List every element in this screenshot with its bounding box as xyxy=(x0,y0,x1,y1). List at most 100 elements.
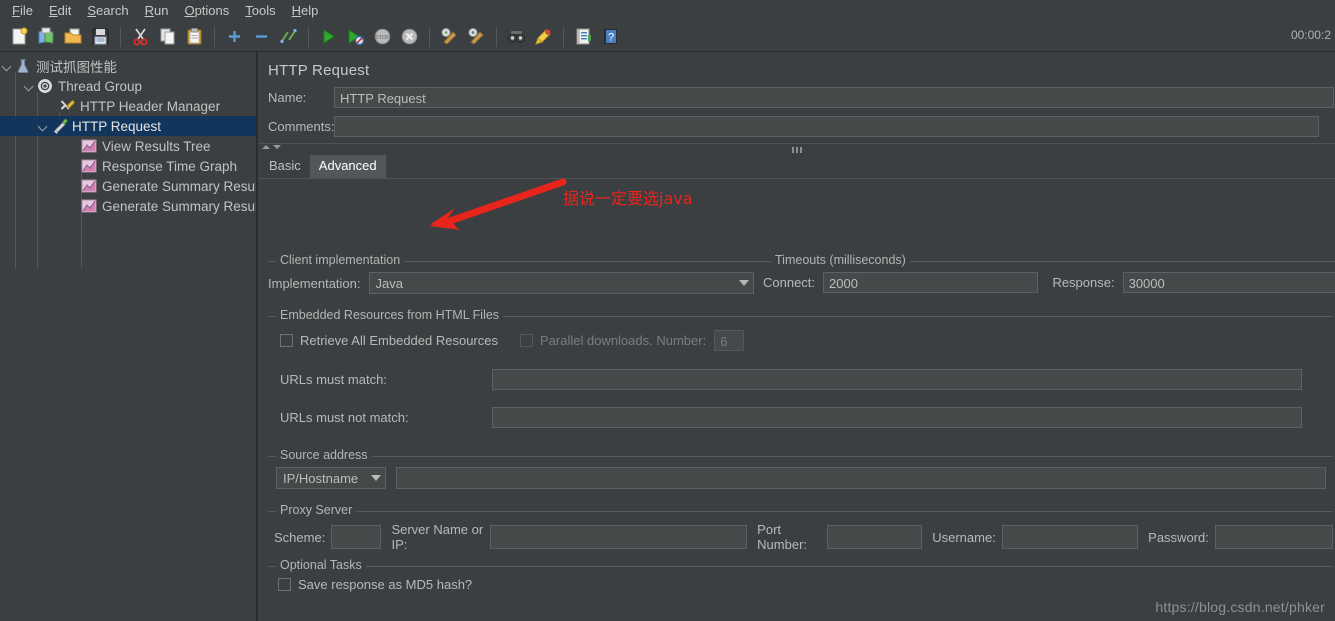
source-address-group: Source address IP/Hostname xyxy=(268,447,1333,499)
implementation-select[interactable]: Java xyxy=(368,272,754,294)
expand-all-icon[interactable] xyxy=(221,24,247,50)
templates-icon[interactable] xyxy=(33,24,59,50)
menu-tools[interactable]: Tools xyxy=(237,1,283,21)
optional-tasks-title: Optional Tasks xyxy=(276,558,366,572)
toggle-icon[interactable] xyxy=(275,24,301,50)
clear-all-icon[interactable] xyxy=(463,24,489,50)
optional-tasks-body: Save response as MD5 hash? xyxy=(268,577,1333,592)
splitter-grip-icon[interactable] xyxy=(791,147,802,153)
parallel-downloads-checkbox[interactable] xyxy=(520,333,533,347)
toolbar-separator xyxy=(120,26,121,47)
chevron-down-icon[interactable] xyxy=(36,122,50,131)
cut-icon[interactable] xyxy=(127,24,153,50)
group-border xyxy=(268,566,1333,567)
urls-must-match-input[interactable] xyxy=(492,368,1302,390)
response-label: Response: xyxy=(1052,275,1115,290)
tab-basic[interactable]: Basic xyxy=(260,155,310,178)
name-input[interactable]: HTTP Request xyxy=(334,87,1334,108)
tree-node-generate-summary-results[interactable]: Generate Summary Results xyxy=(0,176,256,196)
collapse-down-icon[interactable] xyxy=(273,145,281,149)
test-plan-tree[interactable]: 测试抓图性能 Thread Group HTTP Header Manager … xyxy=(0,52,258,621)
main-split: 测试抓图性能 Thread Group HTTP Header Manager … xyxy=(0,52,1335,621)
proxy-password-input[interactable] xyxy=(1214,525,1333,549)
open-icon[interactable] xyxy=(60,24,86,50)
embedded-resources-body: Retrieve All Embedded Resources Parallel… xyxy=(268,327,1333,433)
menu-run[interactable]: Run xyxy=(137,1,177,21)
menu-edit[interactable]: Edit xyxy=(41,1,79,21)
new-icon[interactable] xyxy=(6,24,32,50)
tree-node-label: Generate Summary Results xyxy=(102,198,258,214)
proxy-password-label: Password: xyxy=(1148,529,1209,545)
reset-search-icon[interactable] xyxy=(530,24,556,50)
page-title: HTTP Request xyxy=(268,62,370,79)
stop-icon[interactable]: STOP xyxy=(369,24,395,50)
tree-node-http-request[interactable]: HTTP Request xyxy=(0,116,256,136)
http-request-icon xyxy=(50,118,68,134)
tree-node-test-plan[interactable]: 测试抓图性能 xyxy=(0,56,256,76)
function-helper-icon[interactable] xyxy=(570,24,596,50)
search-icon[interactable] xyxy=(503,24,529,50)
test-plan-icon xyxy=(14,58,32,74)
source-address-input[interactable] xyxy=(396,467,1326,489)
element-editor-pane: HTTP Request Name: HTTP Request Comments… xyxy=(258,52,1335,621)
tree-node-thread-group[interactable]: Thread Group xyxy=(0,76,256,96)
proxy-username-label: Username: xyxy=(932,529,996,545)
save-icon[interactable] xyxy=(87,24,113,50)
source-address-type-select[interactable]: IP/Hostname xyxy=(276,467,386,489)
name-label: Name: xyxy=(268,90,307,105)
urls-must-not-match-row: URLs must not match: xyxy=(268,401,1333,433)
pane-splitter[interactable] xyxy=(258,143,1335,155)
source-address-title: Source address xyxy=(276,448,372,462)
chevron-down-icon[interactable] xyxy=(0,62,14,71)
proxy-server-title: Proxy Server xyxy=(276,503,357,517)
menu-bar: File Edit Search Run Options Tools Help xyxy=(0,0,1335,22)
tree-node-http-header-manager[interactable]: HTTP Header Manager xyxy=(0,96,256,116)
comments-row: Comments: xyxy=(258,110,1335,139)
embedded-resources-title: Embedded Resources from HTML Files xyxy=(276,308,504,322)
tab-advanced[interactable]: Advanced xyxy=(309,155,386,178)
toolbar-separator xyxy=(308,26,309,47)
listener-icon xyxy=(80,178,98,194)
collapse-all-icon[interactable] xyxy=(248,24,274,50)
tree-node-view-results-tree[interactable]: View Results Tree xyxy=(0,136,256,156)
comments-input[interactable] xyxy=(334,116,1319,137)
start-icon[interactable] xyxy=(315,24,341,50)
timeouts-title: Timeouts (milliseconds) xyxy=(771,253,910,267)
name-row: Name: HTTP Request xyxy=(258,85,1335,110)
tree-node-label: Response Time Graph xyxy=(102,158,238,174)
tree-node-response-time-graph[interactable]: Response Time Graph xyxy=(0,156,256,176)
menu-help[interactable]: Help xyxy=(284,1,327,21)
save-response-md5-label: Save response as MD5 hash? xyxy=(298,577,473,592)
watermark: https://blog.csdn.net/phker xyxy=(1155,599,1325,615)
menu-file[interactable]: File xyxy=(4,1,41,21)
menu-options[interactable]: Options xyxy=(176,1,237,21)
thread-group-icon xyxy=(36,78,54,94)
urls-must-not-match-input[interactable] xyxy=(492,406,1302,428)
header-manager-icon xyxy=(58,98,76,114)
menu-search[interactable]: Search xyxy=(79,1,136,21)
clear-icon[interactable] xyxy=(436,24,462,50)
retrieve-all-embedded-checkbox[interactable] xyxy=(280,333,293,347)
chevron-down-icon xyxy=(738,280,749,286)
shutdown-icon[interactable] xyxy=(396,24,422,50)
start-no-pauses-icon[interactable] xyxy=(342,24,368,50)
splitter-arrows[interactable] xyxy=(262,145,281,149)
proxy-port-input[interactable] xyxy=(827,525,923,549)
proxy-scheme-input[interactable] xyxy=(331,525,382,549)
group-border xyxy=(268,511,1333,512)
source-address-body: IP/Hostname xyxy=(268,467,1333,489)
paste-icon[interactable] xyxy=(181,24,207,50)
toolbar-separator xyxy=(429,26,430,47)
proxy-server-name-label: Server Name or IP: xyxy=(391,522,484,552)
connect-timeout-input[interactable]: 2000 xyxy=(823,272,1039,293)
collapse-up-icon[interactable] xyxy=(262,145,270,149)
chevron-down-icon[interactable] xyxy=(22,82,36,91)
tree-node-generate-summary-results[interactable]: Generate Summary Results xyxy=(0,196,256,216)
response-timeout-input[interactable]: 30000 xyxy=(1122,272,1335,293)
parallel-downloads-input[interactable]: 6 xyxy=(714,329,745,351)
copy-icon[interactable] xyxy=(154,24,180,50)
save-response-md5-checkbox[interactable] xyxy=(278,578,291,591)
help-icon[interactable]: ? xyxy=(597,24,623,50)
proxy-username-input[interactable] xyxy=(1001,525,1139,549)
proxy-server-name-input[interactable] xyxy=(489,525,748,549)
